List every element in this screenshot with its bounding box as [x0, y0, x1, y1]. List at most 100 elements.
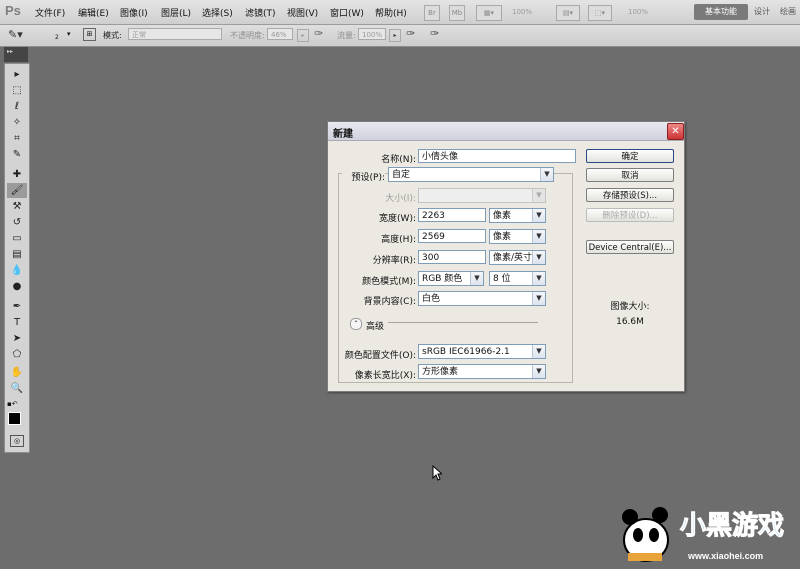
hand-icon[interactable]: ✋: [7, 365, 27, 380]
dialog-titlebar[interactable]: 新建 ✕: [328, 122, 684, 141]
size-select[interactable]: ▼: [418, 188, 546, 203]
options-bar: ✎▾ 2 ▾ ⊞ 模式: 正常 不透明度: 46% ▸ ✑ 流量: 100% ▸…: [0, 25, 800, 47]
path-select-icon[interactable]: ➤: [7, 331, 27, 346]
pressure-opacity-icon[interactable]: ✑: [314, 27, 323, 40]
opacity-slider-icon[interactable]: ▸: [297, 29, 309, 42]
blur-icon[interactable]: 💧: [7, 263, 27, 278]
toolbox: ▸ ⬚ ℓ ✧ ⌗ ✎ ✚ 🖌 ⚒ ↺ ▭ ▤ 💧 ● ✒ T ➤ ⬠ ✋ 🔍 …: [4, 63, 30, 453]
history-brush-icon[interactable]: ↺: [7, 215, 27, 230]
ok-button[interactable]: 确定: [586, 149, 674, 163]
profile-select[interactable]: sRGB IEC61966-2.1 ▼: [418, 344, 546, 359]
menu-edit[interactable]: 编辑(E): [78, 6, 109, 19]
watermark-logo: 小黑游戏 www.xiaohei.com: [610, 495, 800, 566]
screen-mode-icon[interactable]: ⬚▾: [588, 5, 612, 21]
flow-input[interactable]: 100%: [358, 28, 386, 40]
color-mode-label: 颜色模式(M):: [362, 277, 416, 287]
eyedropper-icon[interactable]: ✎: [7, 147, 27, 162]
profile-value: sRGB IEC61966-2.1: [422, 347, 510, 357]
chevron-down-icon: ▼: [532, 272, 545, 285]
foreground-color-swatch[interactable]: [8, 412, 21, 425]
opacity-label: 不透明度:: [230, 31, 265, 40]
background-select[interactable]: 白色 ▼: [418, 291, 546, 306]
height-input[interactable]: 2569: [418, 229, 486, 243]
workspace-painting[interactable]: 绘画: [778, 4, 798, 20]
background-label: 背景内容(C):: [363, 297, 416, 307]
menu-select[interactable]: 选择(S): [202, 6, 233, 19]
profile-label: 颜色配置文件(O):: [344, 351, 416, 361]
zoom-level-2[interactable]: 100%: [628, 8, 648, 16]
advanced-toggle-icon[interactable]: ⌃: [350, 318, 362, 330]
menu-image[interactable]: 图像(I): [120, 6, 148, 19]
lasso-icon[interactable]: ℓ: [7, 99, 27, 114]
device-central-button[interactable]: Device Central(E)...: [586, 240, 674, 254]
bit-depth-select[interactable]: 8 位 ▼: [489, 271, 546, 286]
chevron-down-icon: ▼: [540, 168, 553, 181]
height-label: 高度(H):: [381, 235, 416, 245]
brush-size[interactable]: 2: [55, 34, 59, 41]
menu-filter[interactable]: 滤镜(T): [245, 6, 276, 19]
crop-icon[interactable]: ⌗: [7, 131, 27, 146]
bridge-icon[interactable]: Br: [424, 5, 440, 21]
menu-window[interactable]: 窗口(W): [330, 6, 364, 19]
cancel-button[interactable]: 取消: [586, 168, 674, 182]
height-unit-select[interactable]: 像素 ▼: [489, 229, 546, 244]
view-extras-icon[interactable]: ▦▾: [476, 5, 502, 21]
chevron-down-icon: ▼: [470, 272, 483, 285]
quick-select-icon[interactable]: ✧: [7, 115, 27, 130]
cursor-icon: [432, 465, 442, 481]
delete-preset-button[interactable]: 删除预设(D)...: [586, 208, 674, 222]
gradient-icon[interactable]: ▤: [7, 247, 27, 262]
dodge-icon[interactable]: ●: [7, 279, 27, 294]
zoom-level[interactable]: 100%: [512, 8, 532, 16]
pressure-size-icon[interactable]: ✑: [430, 27, 439, 40]
size-label: 大小(I):: [385, 194, 416, 204]
shape-icon[interactable]: ⬠: [7, 347, 27, 362]
menu-help[interactable]: 帮助(H): [375, 6, 407, 19]
opacity-input[interactable]: 46%: [267, 28, 293, 40]
width-unit-select[interactable]: 像素 ▼: [489, 208, 546, 223]
workspace-essentials[interactable]: 基本功能: [694, 4, 748, 20]
mode-select[interactable]: 正常: [128, 28, 222, 40]
menu-layer[interactable]: 图层(L): [161, 6, 191, 19]
brush-icon[interactable]: 🖌: [7, 183, 27, 198]
preset-value: 自定: [392, 170, 411, 180]
save-preset-button[interactable]: 存储预设(S)...: [586, 188, 674, 202]
airbrush-icon[interactable]: ✑: [406, 27, 415, 40]
resolution-unit-value: 像素/英寸: [493, 253, 533, 263]
watermark-text: 小黑游戏: [679, 510, 785, 541]
eraser-icon[interactable]: ▭: [7, 231, 27, 246]
stamp-icon[interactable]: ⚒: [7, 199, 27, 214]
brush-panel-icon[interactable]: ⊞: [83, 28, 96, 41]
resolution-input[interactable]: 300: [418, 250, 486, 264]
background-value: 白色: [422, 294, 441, 304]
preset-select[interactable]: 自定 ▼: [388, 167, 554, 182]
pen-icon[interactable]: ✒: [7, 299, 27, 314]
resolution-unit-select[interactable]: 像素/英寸 ▼: [489, 250, 546, 265]
color-mode-select[interactable]: RGB 颜色 ▼: [418, 271, 484, 286]
default-colors-icon[interactable]: ▪↶: [7, 400, 18, 408]
menu-view[interactable]: 视图(V): [287, 6, 318, 19]
width-input[interactable]: 2263: [418, 208, 486, 222]
toolbox-header[interactable]: ▸▸: [4, 47, 28, 62]
healing-icon[interactable]: ✚: [7, 167, 27, 182]
type-icon[interactable]: T: [7, 315, 27, 330]
dialog-title: 新建: [333, 129, 353, 140]
move-icon[interactable]: ▸: [7, 67, 27, 82]
minibridge-icon[interactable]: Mb: [449, 5, 465, 21]
menu-file[interactable]: 文件(F): [35, 6, 65, 19]
quick-mask-icon[interactable]: ◎: [10, 435, 24, 447]
chevron-down-icon: ▼: [532, 345, 545, 358]
aspect-select[interactable]: 方形像素 ▼: [418, 364, 546, 379]
zoom-icon[interactable]: 🔍: [7, 381, 27, 396]
close-icon[interactable]: ✕: [667, 123, 684, 140]
arrange-docs-icon[interactable]: ▤▾: [556, 5, 580, 21]
workspace-design[interactable]: 设计: [752, 4, 772, 20]
new-document-dialog: 新建 ✕ 名称(N): 小倩头像 预设(P): 自定 ▼ 大小(I): ▼ 宽度(…: [327, 121, 685, 392]
brush-tool-icon[interactable]: ✎▾: [8, 28, 23, 41]
collapse-icon[interactable]: ▸▸: [7, 48, 13, 55]
brush-picker-icon[interactable]: ▾: [67, 30, 71, 38]
flow-slider-icon[interactable]: ▸: [389, 29, 401, 42]
marquee-icon[interactable]: ⬚: [7, 83, 27, 98]
name-input[interactable]: 小倩头像: [418, 149, 576, 163]
aspect-value: 方形像素: [422, 367, 459, 377]
